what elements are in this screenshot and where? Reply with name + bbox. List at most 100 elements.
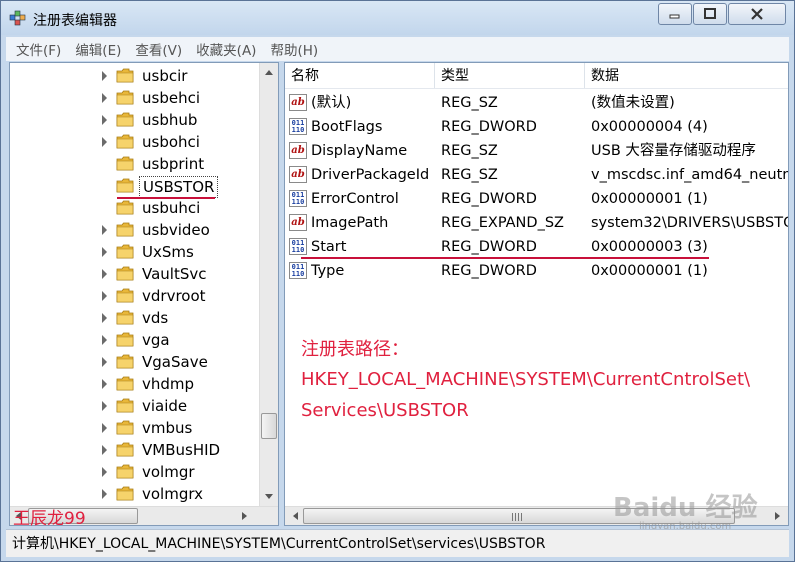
registry-editor-window: 注册表编辑器 文件(F) 编辑(E) 查看(V) 收藏夹(A) 帮助(H) us… xyxy=(0,0,795,562)
tree-item[interactable]: VaultSvc xyxy=(10,263,258,285)
folder-icon xyxy=(116,354,134,369)
scroll-right-icon[interactable] xyxy=(775,512,780,520)
tree-item[interactable]: USBSTOR xyxy=(10,175,258,198)
column-header-name[interactable]: 名称 xyxy=(285,63,435,89)
tree-item[interactable]: vmbus xyxy=(10,417,258,439)
tree-item[interactable]: usbuhci xyxy=(10,197,258,219)
expand-arrow-icon[interactable] xyxy=(102,489,107,499)
expand-arrow-icon[interactable] xyxy=(102,379,107,389)
tree-item[interactable]: vga xyxy=(10,329,258,351)
tree-item-label: vdrvroot xyxy=(142,287,206,305)
tree-item[interactable]: usbhub xyxy=(10,109,258,131)
folder-icon xyxy=(116,112,134,127)
expand-arrow-icon[interactable] xyxy=(102,291,107,301)
expand-arrow-icon[interactable] xyxy=(102,313,107,323)
tree-item-label: VaultSvc xyxy=(142,265,207,283)
value-row[interactable]: ab ImagePath REG_EXPAND_SZ system32\DRIVERS… xyxy=(285,211,788,235)
scroll-right-icon[interactable] xyxy=(242,512,247,520)
value-row[interactable]: 011 110 BootFlags REG_DWORD 0x00000004 (4) xyxy=(285,115,788,139)
scroll-down-icon[interactable] xyxy=(265,494,273,499)
value-name: ErrorControl xyxy=(311,191,399,207)
tree-item[interactable]: usbcir xyxy=(10,65,258,87)
value-data: 0x00000004 (4) xyxy=(591,119,708,135)
menu-help[interactable]: 帮助(H) xyxy=(270,39,318,59)
expand-arrow-icon[interactable] xyxy=(102,401,107,411)
expand-arrow-icon[interactable] xyxy=(102,269,107,279)
value-name: (默认) xyxy=(311,95,352,111)
expand-arrow-icon[interactable] xyxy=(102,467,107,477)
tree-item[interactable]: usbprint xyxy=(10,153,258,175)
value-name: DriverPackageId xyxy=(311,167,430,183)
tree-item[interactable]: usbehci xyxy=(10,87,258,109)
menu-file[interactable]: 文件(F) xyxy=(16,39,61,59)
expand-arrow-icon[interactable] xyxy=(102,247,107,257)
tree-item-label: vds xyxy=(142,309,169,327)
tree-item-label: usbprint xyxy=(142,155,205,173)
expand-arrow-icon[interactable] xyxy=(102,93,107,103)
tree-item[interactable]: viaide xyxy=(10,395,258,417)
scroll-left-icon[interactable] xyxy=(293,512,298,520)
tree-item[interactable]: vdrvroot xyxy=(10,285,258,307)
tree-item[interactable]: usbvideo xyxy=(10,219,258,241)
tree-pane: usbcir usbehci usbhub usbohci usbprint USBSTO… xyxy=(9,62,279,526)
folder-icon xyxy=(116,310,134,325)
grip-icon xyxy=(512,513,522,521)
expand-arrow-icon[interactable] xyxy=(102,115,107,125)
tree-item-label: UxSms xyxy=(142,243,194,261)
tree-item-label: USBSTOR xyxy=(139,176,219,198)
tree-item[interactable]: vds xyxy=(10,307,258,329)
scroll-up-icon[interactable] xyxy=(265,70,273,75)
close-button[interactable] xyxy=(728,3,786,25)
tree-item-label: usbuhci xyxy=(142,199,201,217)
folder-icon xyxy=(116,486,134,501)
start-row-underline xyxy=(301,257,709,259)
menu-edit[interactable]: 编辑(E) xyxy=(75,39,121,59)
expand-arrow-icon[interactable] xyxy=(102,225,107,235)
value-type: REG_SZ xyxy=(441,95,498,111)
menu-view[interactable]: 查看(V) xyxy=(135,39,182,59)
menu-favorites[interactable]: 收藏夹(A) xyxy=(196,39,256,59)
expand-arrow-icon[interactable] xyxy=(102,445,107,455)
tree-item[interactable]: UxSms xyxy=(10,241,258,263)
usbstor-underline xyxy=(117,197,215,199)
value-row[interactable]: 011 110 Type REG_DWORD 0x00000001 (1) xyxy=(285,259,788,283)
folder-icon xyxy=(116,464,134,479)
binary-value-icon: 011 110 xyxy=(289,190,307,207)
scrollbar-thumb[interactable] xyxy=(261,413,277,439)
value-name: DisplayName xyxy=(311,143,408,159)
expand-arrow-icon[interactable] xyxy=(102,357,107,367)
tree-item[interactable]: volmgrx xyxy=(10,483,258,505)
status-bar: 计算机\HKEY_LOCAL_MACHINE\SYSTEM\CurrentCon… xyxy=(6,529,789,557)
tree-item[interactable]: VMBusHID xyxy=(10,439,258,461)
value-data: (数值未设置) xyxy=(591,95,675,111)
close-icon xyxy=(751,8,763,20)
value-type: REG_SZ xyxy=(441,167,498,183)
tree-item-label: usbehci xyxy=(142,89,200,107)
tree-item-label: vhdmp xyxy=(142,375,195,393)
column-header-type[interactable]: 类型 xyxy=(435,63,585,89)
value-row[interactable]: 011 110 Start REG_DWORD 0x00000003 (3) xyxy=(285,235,788,259)
menu-bar: 文件(F) 编辑(E) 查看(V) 收藏夹(A) 帮助(H) xyxy=(6,37,789,61)
folder-icon xyxy=(116,156,134,171)
expand-arrow-icon[interactable] xyxy=(102,137,107,147)
value-row[interactable]: ab (默认) REG_SZ (数值未设置) xyxy=(285,91,788,115)
minimize-button[interactable] xyxy=(658,3,692,25)
value-row[interactable]: 011 110 ErrorControl REG_DWORD 0x00000001 (… xyxy=(285,187,788,211)
tree-item-label: usbohci xyxy=(142,133,200,151)
folder-icon xyxy=(116,266,134,281)
maximize-button[interactable] xyxy=(693,3,727,25)
tree-item[interactable]: vhdmp xyxy=(10,373,258,395)
tree-item[interactable]: volmgr xyxy=(10,461,258,483)
tree-vertical-scrollbar[interactable] xyxy=(259,63,278,506)
value-type: REG_DWORD xyxy=(441,263,537,279)
value-row[interactable]: ab DisplayName REG_SZ USB 大容量存储驱动程序 xyxy=(285,139,788,163)
tree-item[interactable]: usbohci xyxy=(10,131,258,153)
value-row[interactable]: ab DriverPackageId REG_SZ v_mscdsc.inf_amd6… xyxy=(285,163,788,187)
value-name: ImagePath xyxy=(311,215,389,231)
expand-arrow-icon[interactable] xyxy=(102,71,107,81)
tree-item[interactable]: VgaSave xyxy=(10,351,258,373)
expand-arrow-icon[interactable] xyxy=(102,423,107,433)
column-header-data[interactable]: 数据 xyxy=(585,63,788,89)
minimize-icon xyxy=(669,14,680,19)
expand-arrow-icon[interactable] xyxy=(102,335,107,345)
